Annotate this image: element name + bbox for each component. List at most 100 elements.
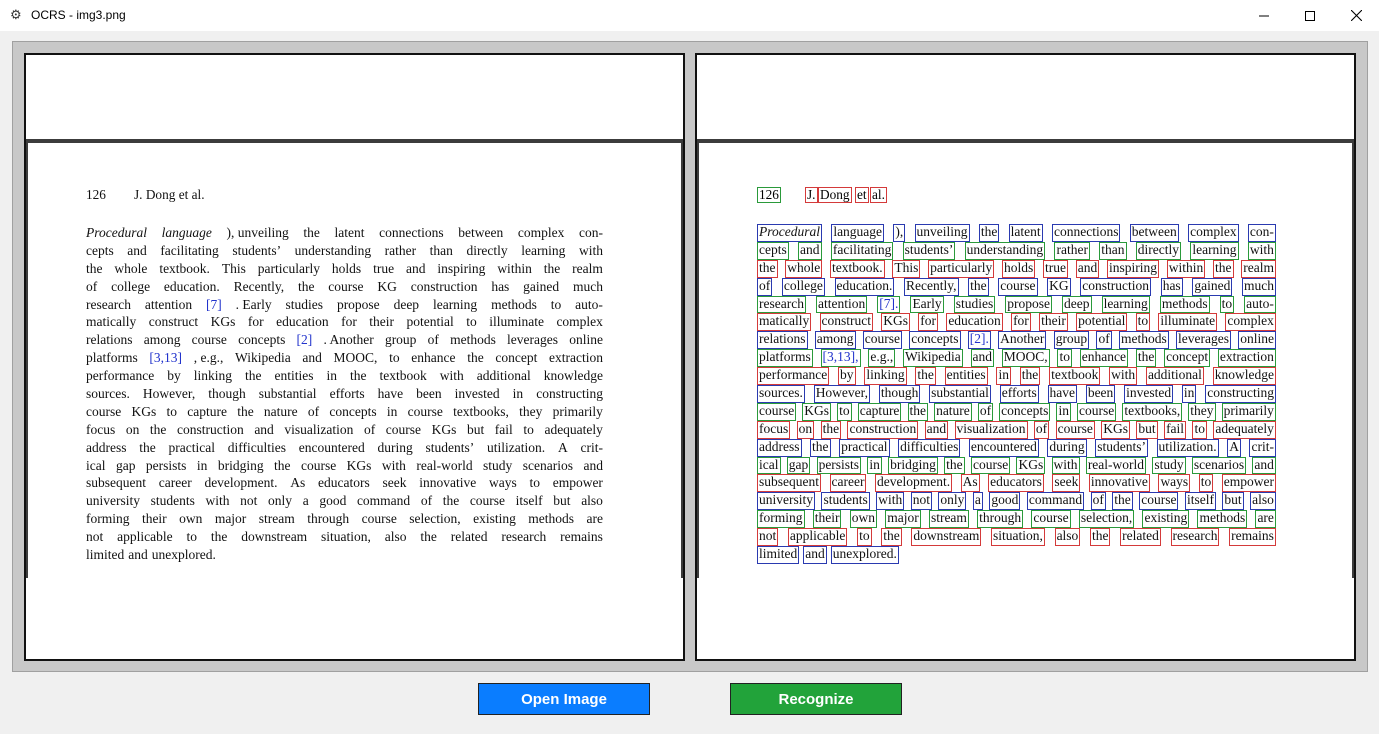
word: leverages [507, 332, 559, 348]
ocr-word-box: course [1055, 420, 1095, 439]
text-line: cepts and facilitating students’ understandi… [86, 242, 603, 260]
ocr-text-line: course KGs to capture the nature of concepts in c… [757, 402, 1276, 421]
ocr-word-box: their [812, 510, 842, 529]
minimize-button[interactable] [1241, 0, 1287, 31]
document-paragraph: Procedural language), unveiling the latent c… [86, 224, 603, 564]
ocr-word-box: situation, [991, 528, 1045, 547]
panel-separator [697, 139, 1354, 143]
ocr-word-box: for [918, 313, 939, 332]
ocr-word-box: students [821, 492, 870, 511]
ocr-word-box: MOOC, [1001, 349, 1050, 368]
maximize-button[interactable] [1287, 0, 1333, 31]
ocr-word-box: bridging [888, 456, 938, 475]
word: of [363, 421, 376, 437]
ocr-word-box: knowledge [1212, 367, 1276, 386]
text-line: not applicable to the downstream situation, al… [86, 528, 603, 546]
word: and [302, 350, 322, 366]
text-line: limited and unexplored. [86, 546, 603, 564]
word: performance [86, 368, 155, 384]
ocr-word-box: e.g., [868, 349, 896, 368]
ocr-word-box: command [1026, 492, 1085, 511]
word: enhance [411, 350, 456, 366]
word: of [420, 493, 433, 509]
ocr-word-box: realm [1241, 259, 1276, 278]
ocr-word-box: efforts [999, 385, 1039, 403]
word: fail [494, 421, 513, 437]
ocr-word-box: [7]. [877, 295, 901, 314]
ocr-word-box: Wikipedia [903, 349, 963, 368]
ocr-word-box: college [781, 277, 825, 296]
ocr-word-box: education. [834, 277, 895, 296]
ocr-word-box: their [1039, 313, 1068, 332]
text-line: ical gap persists in bridging the course KGs wit… [86, 457, 603, 475]
word: This [221, 260, 246, 276]
word: connections [379, 225, 444, 240]
word: not [240, 493, 258, 509]
ocr-text-line: focus on the construction and visualization of… [757, 420, 1276, 439]
word: [3,13] [149, 350, 183, 366]
word: course [407, 403, 443, 419]
ocr-word-box: been [1085, 385, 1116, 403]
ocr-paragraph: Procedural language), unveiling the latent co… [757, 224, 1276, 564]
ocr-word-box: persists [816, 456, 862, 475]
ocr-text-line: limited and unexplored. [757, 546, 1276, 564]
maximize-icon [1305, 10, 1315, 21]
word: directly [466, 242, 508, 258]
word: in [512, 386, 524, 402]
word: , e.g., [193, 350, 224, 366]
ocr-word-box: have [1047, 385, 1077, 403]
word: As [290, 475, 306, 491]
word: university [86, 493, 140, 509]
ocr-word-box: selection, [1078, 510, 1135, 529]
word: of [427, 332, 439, 348]
document-border [26, 143, 28, 578]
ocr-word-box: complex [1225, 313, 1276, 332]
word: applicable [117, 529, 173, 545]
ocr-word-box: language [831, 224, 885, 242]
ocr-text-line: research attention [7]. Early studies propose… [757, 295, 1276, 314]
word: rather [384, 242, 417, 258]
word: to [550, 296, 562, 312]
ocr-word-box: the [968, 277, 989, 296]
close-button[interactable] [1333, 0, 1379, 31]
ocr-word-box: Another [998, 331, 1047, 350]
word: adequately [544, 421, 603, 437]
word: though [208, 386, 246, 402]
word: textbook [379, 368, 427, 384]
ocr-word-box: additional [1145, 367, 1204, 386]
word: linking [193, 368, 232, 384]
text-line: university students with not only a good comman… [86, 492, 603, 510]
word: and [405, 260, 426, 276]
word: course [300, 457, 337, 473]
ocr-word-box: KGs [1101, 420, 1130, 439]
word: cepts [86, 242, 114, 258]
ocr-word-box: facilitating [830, 241, 894, 260]
word: entities [274, 368, 314, 384]
word: research [501, 529, 547, 545]
word: innovative [419, 475, 477, 491]
word: forming [86, 511, 130, 527]
word: course [469, 493, 506, 509]
ocr-word-box: also [1250, 492, 1276, 511]
word: downstream [241, 529, 308, 545]
word: primarily [552, 403, 603, 419]
word: . Another [323, 332, 374, 348]
ocr-word-box: downstream [911, 528, 982, 547]
recognize-button[interactable]: Recognize [730, 683, 902, 715]
ocr-word-box: career [829, 474, 867, 493]
text-line: platforms [3,13] , e.g., Wikipedia and MOOC, t… [86, 349, 603, 367]
ocr-word-box: concept [1164, 349, 1211, 368]
word: understanding [294, 242, 372, 258]
ocr-word-box: true [1043, 259, 1069, 278]
word: and [128, 547, 148, 563]
ocr-word-box: with [1109, 367, 1138, 386]
text-line: course KGs to capture the nature of concepts in c… [86, 403, 603, 421]
word: studies [285, 296, 324, 312]
ocr-word-box: are [1255, 510, 1276, 529]
word: particularly [257, 260, 320, 276]
ocr-word-box: to [1198, 474, 1214, 493]
ocr-word-box: in [1056, 402, 1071, 421]
word: only [268, 493, 293, 509]
open-image-button[interactable]: Open Image [478, 683, 650, 715]
word: gained [523, 278, 560, 294]
